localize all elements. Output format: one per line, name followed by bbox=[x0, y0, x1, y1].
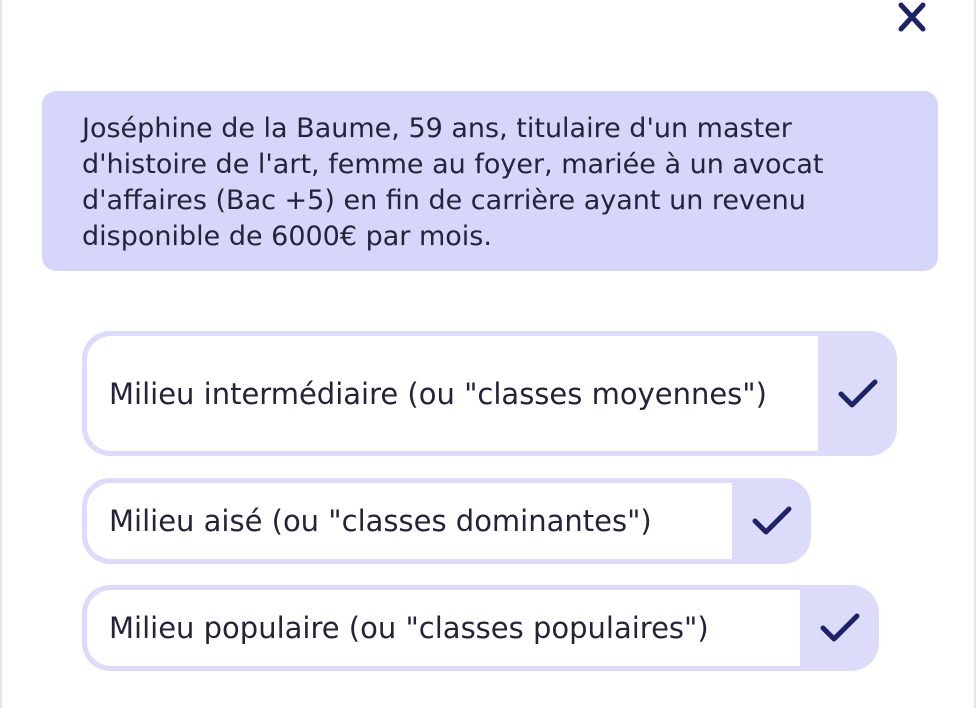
answer-option-label: Milieu intermédiaire (ou "classes moyenn… bbox=[109, 376, 767, 411]
close-icon[interactable] bbox=[890, 0, 934, 38]
question-text: Joséphine de la Baume, 59 ans, titulaire… bbox=[82, 113, 824, 252]
answer-option-label: Milieu aisé (ou "classes dominantes") bbox=[109, 504, 652, 538]
validate-button[interactable] bbox=[818, 331, 897, 456]
close-button[interactable] bbox=[890, 0, 934, 38]
validate-button[interactable] bbox=[732, 478, 811, 564]
validate-button[interactable] bbox=[800, 585, 879, 671]
answer-option-populaire[interactable]: Milieu populaire (ou "classes populaires… bbox=[82, 585, 879, 671]
answer-option-label: Milieu populaire (ou "classes populaires… bbox=[109, 611, 709, 645]
answer-option-intermediaire[interactable]: Milieu intermédiaire (ou "classes moyenn… bbox=[82, 331, 897, 456]
answer-option-body[interactable]: Milieu intermédiaire (ou "classes moyenn… bbox=[87, 336, 818, 451]
checkmark-icon bbox=[820, 613, 859, 642]
question-card: Joséphine de la Baume, 59 ans, titulaire… bbox=[42, 91, 938, 271]
answer-option-body[interactable]: Milieu aisé (ou "classes dominantes") bbox=[87, 483, 732, 559]
answer-option-body[interactable]: Milieu populaire (ou "classes populaires… bbox=[87, 590, 800, 666]
quiz-screen: Joséphine de la Baume, 59 ans, titulaire… bbox=[0, 0, 976, 708]
answer-option-aise[interactable]: Milieu aisé (ou "classes dominantes") bbox=[82, 478, 811, 564]
checkmark-icon bbox=[838, 379, 877, 407]
checkmark-icon bbox=[752, 506, 791, 535]
